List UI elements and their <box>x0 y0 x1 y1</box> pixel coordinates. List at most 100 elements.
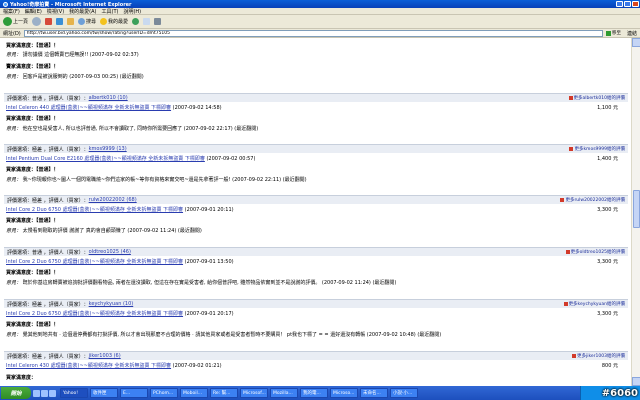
comment-line: 意見： 他在空也是受害人, 所以也評普通, 所以不會讀取了, 同時你所需要回應了… <box>6 126 259 132</box>
item-row: Intel Celeron 440 處理器(盒裝)~~顯視頻滿存 全新未拆無盜賣… <box>6 105 618 111</box>
minimize-button[interactable] <box>616 1 623 7</box>
item-row: Intel Celeron 430 處理器(盒裝)~~顯視頻滿存 全新未拆無盜賣… <box>6 363 618 369</box>
more-ratings-link[interactable]: 更多keychykyuan給的評價 <box>563 301 625 307</box>
ie-icon <box>3 1 8 7</box>
item-link[interactable]: Intel Celeron 440 處理器(盒裝)~~顯視頻滿存 全新未拆無盜賣… <box>6 105 171 111</box>
close-button[interactable] <box>632 1 639 7</box>
rater-link[interactable]: rulw20022002 (68) <box>89 197 137 203</box>
comment-line: 意見： 覺其他到地共有 · 這個還停費都有打掛評價, 所以才會出現那麼不合理的價… <box>6 332 442 338</box>
rating-entry-header: 評價選項： 極差 ，評價人（買家）： kmos9999 (13) 更多kmos99… <box>4 144 628 153</box>
taskbar-item[interactable]: Yahoo! <box>60 388 88 398</box>
buyer-satisfaction: 買家滿意度：【普通】！ <box>6 116 59 122</box>
more-icon <box>568 96 573 100</box>
item-row: Intel Pentium Dual Core E2160 處理器(盒裝)~~顯… <box>6 156 618 162</box>
stop-icon[interactable] <box>45 18 53 25</box>
item-row: Intel Core 2 Duo 6750 處理器(盒裝)~~顯視頻滿存 全新未… <box>6 259 618 265</box>
item-price: 800 元 <box>601 363 618 369</box>
item-link[interactable]: Intel Celeron 430 處理器(盒裝)~~顯視頻滿存 全新未拆無盜賣… <box>6 363 171 369</box>
scroll-up-arrow-icon[interactable] <box>632 38 640 47</box>
scroll-down-arrow-icon[interactable] <box>632 377 640 386</box>
buyer-satisfaction: 買家滿意度：【普通】！ <box>6 167 59 173</box>
maximize-button[interactable] <box>624 1 631 7</box>
address-bar: 網址(D) http://tw.user.bid.yahoo.com/tw/sh… <box>0 29 640 38</box>
item-price: 1,100 元 <box>597 105 618 111</box>
taskbar-item[interactable]: PChom... <box>150 388 178 398</box>
favorites-button[interactable]: 我的最愛 <box>100 18 128 25</box>
window-controls <box>616 1 639 7</box>
address-input[interactable]: http://tw.user.bid.yahoo.com/tw/show/rat… <box>23 29 603 37</box>
more-ratings-link[interactable]: 更多rulw20022002給的評價 <box>560 197 625 203</box>
more-ratings-link[interactable]: 更多kmos9999給的評價 <box>569 146 625 152</box>
home-icon[interactable] <box>67 18 75 25</box>
taskbar-item[interactable]: Re: 幫... <box>210 388 238 398</box>
ie-launch-icon[interactable] <box>41 389 48 397</box>
more-ratings-link[interactable]: 更多albertk010給的評價 <box>568 95 625 101</box>
buyer-satisfaction: 買家滿意度：【普通】！ <box>6 322 59 328</box>
more-icon <box>569 147 574 151</box>
history-icon[interactable] <box>132 18 140 25</box>
back-button[interactable]: 上一頁 <box>3 17 28 26</box>
toolbar: 上一頁 搜尋 我的最愛 <box>0 15 640 29</box>
menu-favorites[interactable]: 我的最愛(A) <box>69 8 96 15</box>
page-content: 買家滿意度：【普通】！ 意見： 請勿議價 這個轉賣已經無誤!! (2007-09… <box>0 38 631 386</box>
more-ratings-link[interactable]: 更多jiker1003給的評價 <box>571 353 625 359</box>
rating-entry-header: 評價選項： 極差 ，評價人（買家）： rulw20022002 (68) 更多ru… <box>4 195 628 204</box>
taskbar-item[interactable]: Moboil... <box>180 388 208 398</box>
rating-entry-header: 評價選項： 極差 ，評價人（買家）： keychykyuan (10) 更多key… <box>4 299 628 308</box>
rater-link[interactable]: kmos9999 (13) <box>89 146 127 152</box>
star-icon <box>100 18 108 25</box>
item-link[interactable]: Intel Core 2 Duo 6750 處理器(盒裝)~~顯視頻滿存 全新未… <box>6 311 183 317</box>
item-price: 3,300 元 <box>597 259 618 265</box>
menu-view[interactable]: 檢視(V) <box>47 8 64 15</box>
quick-launch <box>33 389 56 397</box>
taskbar-item[interactable]: E... <box>120 388 148 398</box>
go-button[interactable]: 移至 <box>605 30 624 37</box>
buyer-satisfaction: 買家滿意度：【普通】！ <box>6 218 59 224</box>
more-icon <box>565 250 570 254</box>
item-price: 3,300 元 <box>597 311 618 317</box>
desktop-icon[interactable] <box>33 389 40 397</box>
taskbar-item[interactable]: Microsof... <box>240 388 268 398</box>
taskbar-item[interactable]: Microso... <box>330 388 358 398</box>
taskbar-item[interactable]: 未命名... <box>360 388 388 398</box>
rater-link[interactable]: keychykyuan (10) <box>89 301 134 307</box>
menu-tools[interactable]: 工具(T) <box>102 8 119 15</box>
refresh-icon[interactable] <box>56 18 64 25</box>
menu-file[interactable]: 檔案(F) <box>3 8 20 15</box>
taskbar-item[interactable]: 小說·小... <box>390 388 418 398</box>
more-ratings-link[interactable]: 更多oldtreo1025給的評價 <box>565 249 625 255</box>
taskbar-item[interactable]: 收件匣 <box>90 388 118 398</box>
comment-line: 意見： 請勿議價 這個轉賣已經無誤!! (2007-09-02 02:37) <box>6 52 139 58</box>
taskbar-item[interactable]: 我的電... <box>300 388 328 398</box>
more-icon <box>560 198 565 202</box>
mail-icon[interactable] <box>143 18 151 25</box>
rating-entry-header: 評價選項： 極差 ，評價人（買家）： jiker1003 (6) 更多jiker1… <box>4 351 628 360</box>
search-icon <box>78 18 86 25</box>
vertical-scrollbar[interactable] <box>631 38 640 386</box>
search-button[interactable]: 搜尋 <box>78 18 96 25</box>
rater-link[interactable]: jiker1003 (6) <box>89 353 121 359</box>
comment-line: 意見： 我~你現報你也~圖人一個閃電職燒~你們這家的帳~等你有資格來實交吧~還是… <box>6 177 307 183</box>
item-row: Intel Core 2 Duo 6750 處理器(盒裝)~~顯視頻滿存 全新未… <box>6 311 618 317</box>
taskbar-item[interactable]: Mozilla... <box>270 388 298 398</box>
comment-line: 意見： 太慢看到剛取的評價 謝謝了 真的會自顧頭賺了 (2007-09-02 1… <box>6 228 202 234</box>
buyer-satisfaction: 買家滿意度：【普通】！ <box>6 43 59 49</box>
window-title: Yahoo!奇摩拍賣 - Microsoft Internet Explorer <box>10 1 132 8</box>
links-button[interactable]: 連結 <box>627 30 637 37</box>
print-icon[interactable] <box>154 18 162 25</box>
menu-help[interactable]: 說明(H) <box>123 8 141 15</box>
seller-satisfaction: 賣家滿意度：【普通】！ <box>6 64 59 70</box>
item-link[interactable]: Intel Pentium Dual Core E2160 處理器(盒裝)~~顯… <box>6 156 205 162</box>
scroll-thumb[interactable] <box>633 190 640 228</box>
rater-link[interactable]: albertk010 (10) <box>89 95 128 101</box>
rater-link[interactable]: oldtreo1025 (46) <box>89 249 131 255</box>
comment-line: 意見： 既於你基這房轉賣被追詢批評價翻看物品, 兩者在還沒讀取, 但這在存在實是… <box>6 280 397 286</box>
forward-arrow-icon[interactable] <box>32 17 42 26</box>
comment-line: 意見： 回客戶是被說服倒的 (2007-09-03 00:25) (最近翻閱) <box>6 74 144 80</box>
menu-edit[interactable]: 編輯(E) <box>25 8 42 15</box>
item-link[interactable]: Intel Core 2 Duo 6750 處理器(盒裝)~~顯視頻滿存 全新未… <box>6 207 183 213</box>
media-icon[interactable] <box>49 389 56 397</box>
item-link[interactable]: Intel Core 2 Duo 6750 處理器(盒裝)~~顯視頻滿存 全新未… <box>6 259 183 265</box>
start-button[interactable]: 開始 <box>1 387 31 399</box>
more-icon <box>571 354 576 358</box>
